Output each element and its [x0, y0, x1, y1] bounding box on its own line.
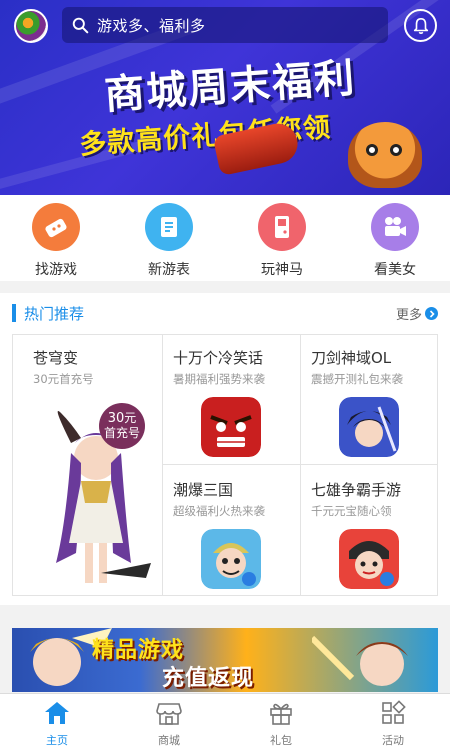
game-desc: 千元元宝随心领	[311, 504, 392, 518]
recharge-promo-banner[interactable]: 精品游戏 充值返现	[12, 628, 438, 692]
category-watch[interactable]: 看美女	[355, 203, 435, 279]
gameboy-icon	[258, 203, 306, 251]
first-charge-badge: 30元 首充号	[99, 403, 145, 449]
badge-text: 首充号	[103, 426, 140, 440]
weekend-promo-banner[interactable]: 商城周末福利 多款高价礼包任您领 游戏多、福利多	[0, 0, 450, 195]
game-name: 十万个冷笑话	[173, 349, 264, 367]
game-desc: 暑期福利强势来袭	[173, 372, 265, 386]
category-find-games[interactable]: 找游戏	[16, 203, 96, 279]
more-link[interactable]: 更多	[396, 304, 438, 323]
notification-button[interactable]	[404, 9, 437, 42]
user-avatar[interactable]	[14, 9, 48, 43]
game-icon	[201, 397, 261, 457]
promo-line-2: 充值返现	[162, 666, 255, 691]
category-label: 看美女	[374, 262, 416, 278]
mascot-eye	[390, 144, 402, 156]
category-label: 玩神马	[261, 262, 303, 278]
game-name: 刀剑神域OL	[311, 349, 392, 367]
tab-label: 商城	[158, 734, 180, 747]
game-card[interactable]: 七雄争霸手游 千元元宝随心领	[301, 465, 437, 595]
video-camera-icon	[371, 203, 419, 251]
category-play[interactable]: 玩神马	[242, 203, 322, 279]
home-icon	[45, 702, 69, 724]
more-label: 更多	[395, 308, 422, 323]
section-accent-bar	[12, 304, 16, 322]
game-card[interactable]: 刀剑神域OL 震撼开测礼包来袭	[301, 335, 437, 465]
badge-unit: 元	[124, 411, 137, 425]
tab-activity[interactable]: 活动	[348, 700, 438, 748]
game-name: 潮爆三国	[173, 481, 234, 499]
mascot-illustration	[348, 122, 422, 188]
game-name: 七雄争霸手游	[311, 481, 402, 499]
app-screen: 商城周末福利 多款高价礼包任您领 游戏多、福利多 找游戏 新游表 玩神马 看美女…	[0, 0, 450, 749]
search-placeholder: 游戏多、福利多	[97, 16, 206, 35]
gift-icon	[270, 703, 292, 725]
list-icon	[145, 203, 193, 251]
tab-label: 活动	[382, 734, 404, 747]
game-icon	[201, 529, 261, 589]
game-icon	[339, 529, 399, 589]
hot-recommend-section: 热门推荐 更多 苍穹变 30元首充号 30元 首充号 十万个冷笑话 暑期福利强势…	[0, 293, 450, 605]
bell-icon	[413, 17, 428, 34]
category-new-games[interactable]: 新游表	[129, 203, 209, 279]
featured-game-card[interactable]: 苍穹变 30元首充号 30元 首充号	[13, 335, 163, 595]
category-label: 找游戏	[35, 262, 77, 278]
chevron-right-icon	[425, 307, 438, 320]
hero-illustration	[312, 635, 408, 686]
game-desc: 震撼开测礼包来袭	[311, 372, 403, 386]
store-icon	[156, 703, 182, 725]
top-header: 游戏多、福利多	[0, 0, 450, 52]
tab-store[interactable]: 商城	[124, 700, 214, 748]
category-label: 新游表	[148, 262, 190, 278]
tab-gift[interactable]: 礼包	[236, 700, 326, 748]
search-bar[interactable]: 游戏多、福利多	[62, 7, 388, 43]
tab-label: 礼包	[270, 734, 292, 747]
tab-label: 主页	[46, 734, 68, 747]
game-card[interactable]: 潮爆三国 超级福利火热来袭	[163, 465, 301, 595]
section-title: 热门推荐	[24, 305, 85, 323]
game-icon	[339, 397, 399, 457]
bottom-tab-bar: 主页 商城 礼包 活动	[0, 693, 450, 749]
mascot-eye	[366, 144, 378, 156]
game-desc: 超级福利火热来袭	[173, 504, 265, 518]
badge-amount: 30	[107, 411, 125, 426]
tab-home[interactable]: 主页	[12, 700, 102, 748]
game-desc: 30元首充号	[33, 372, 94, 386]
game-grid: 苍穹变 30元首充号 30元 首充号 十万个冷笑话 暑期福利强势来袭 刀剑神域O…	[12, 334, 438, 596]
game-name: 苍穹变	[33, 349, 79, 367]
section-header: 热门推荐 更多	[0, 293, 450, 333]
game-card[interactable]: 十万个冷笑话 暑期福利强势来袭	[163, 335, 301, 465]
activity-grid-icon	[382, 700, 406, 724]
category-nav: 找游戏 新游表 玩神马 看美女	[0, 195, 450, 281]
search-icon	[72, 17, 89, 33]
gamepad-icon	[32, 203, 80, 251]
